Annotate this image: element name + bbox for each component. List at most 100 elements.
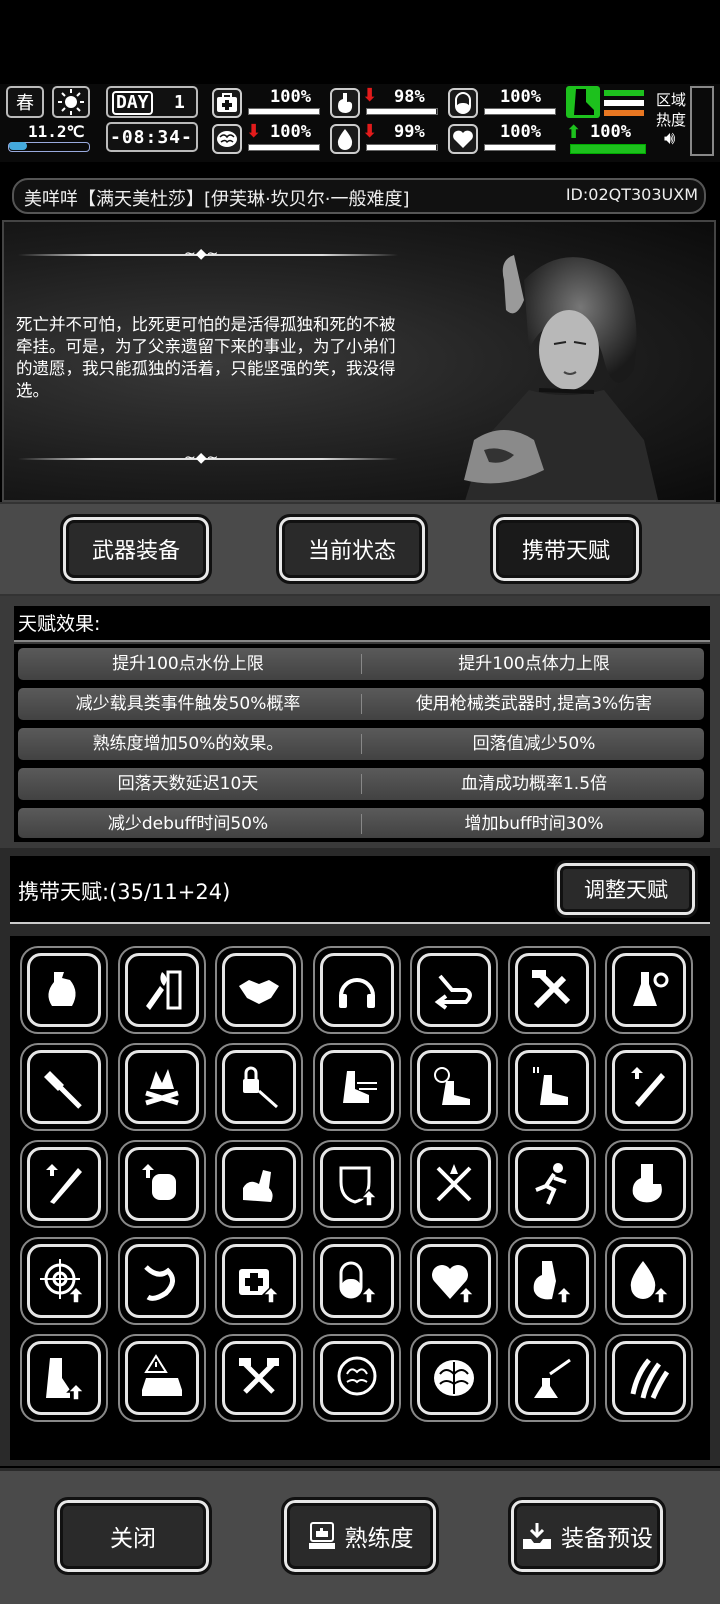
talent-slot[interactable] [117, 1334, 206, 1422]
headphones-icon [338, 978, 375, 1008]
medkit-up-icon [239, 1269, 281, 1304]
talent-slot[interactable] [507, 1334, 596, 1422]
effect-item: 减少debuff时间50% [107, 814, 269, 834]
carried-talents-header: 携带天赋:(35/11+24) 调整天赋 [0, 848, 720, 932]
close-button[interactable]: 关闭 [54, 1497, 212, 1575]
effect-item: 增加buff时间30% [464, 814, 604, 834]
talent-slot[interactable] [605, 1043, 693, 1131]
flag-icon [604, 90, 644, 116]
talent-slot[interactable] [410, 1334, 498, 1422]
return-arrow-icon [434, 974, 472, 1010]
talent-slot[interactable] [20, 1043, 108, 1131]
talent-grid [10, 936, 710, 1460]
effect-item: 提升100点水份上限 [112, 654, 264, 674]
talent-slot[interactable] [507, 1237, 596, 1325]
handshake-icon [239, 980, 279, 1004]
ornament-top-flourish: ~◆~ [184, 246, 219, 262]
clock-time: -08:34- [110, 127, 193, 148]
talent-slot[interactable] [117, 1237, 206, 1325]
mental-trend-down-icon: ⬇ [246, 121, 262, 142]
adjust-talents-button[interactable]: 调整天赋 [554, 860, 698, 918]
talent-slot[interactable] [605, 946, 693, 1034]
talent-slot[interactable] [507, 1043, 596, 1131]
talent-slot[interactable] [410, 1237, 498, 1325]
talent-slot[interactable] [215, 946, 303, 1034]
talent-slot[interactable] [20, 1237, 108, 1325]
brain-icon [434, 1360, 474, 1396]
temperature: 11.2℃ [28, 122, 85, 141]
talent-slot[interactable] [410, 1043, 498, 1131]
talent-slot[interactable] [215, 1237, 303, 1325]
effect-row: 减少debuff时间50% 增加buff时间30% [18, 808, 704, 838]
talent-slot[interactable] [20, 1140, 108, 1228]
talent-slot[interactable] [20, 946, 108, 1034]
speaker-icon[interactable]: 🔊︎ [664, 128, 675, 149]
talent-slot[interactable] [20, 1334, 108, 1422]
talent-slot[interactable] [215, 1140, 303, 1228]
talent-slot[interactable] [117, 1140, 206, 1228]
thirst-bar [366, 144, 438, 151]
effect-item: 提升100点体力上限 [458, 654, 610, 674]
day-number: 1 [174, 92, 185, 113]
legs-bar [570, 144, 646, 154]
talent-slot[interactable] [605, 1334, 693, 1422]
speed-clock-icon [434, 1067, 470, 1105]
talent-slot[interactable] [117, 1043, 206, 1131]
talent-slot[interactable] [215, 1334, 303, 1422]
talent-slot[interactable] [312, 1237, 401, 1325]
equipment-preset-button[interactable]: 装备预设 [508, 1497, 666, 1575]
fist-up-icon [141, 1164, 176, 1200]
mental-value: 100% [270, 122, 311, 142]
stamina-bar [484, 108, 556, 115]
effect-divider [361, 734, 362, 754]
talent-slot[interactable] [605, 1140, 693, 1228]
heat-meter [690, 86, 714, 156]
hammer-wrench-icon [531, 970, 570, 1009]
brain-head-icon [337, 1356, 376, 1396]
talent-slot[interactable] [312, 1140, 401, 1228]
hunger-value: 98% [394, 87, 425, 107]
mood-value: 100% [500, 122, 541, 142]
pill-up-icon [339, 1261, 379, 1304]
clock-panel: -08:34- [106, 122, 198, 152]
water-bag-icon [48, 972, 76, 1006]
talent-slot[interactable] [507, 946, 596, 1034]
talent-slot[interactable] [410, 1140, 498, 1228]
talent-slot[interactable] [117, 946, 206, 1034]
talent-effects-panel: 天赋效果: 提升100点水份上限 提升100点体力上限 减少载具类事件触发50%… [0, 596, 720, 848]
talent-effects-list: 提升100点水份上限 提升100点体力上限 减少载具类事件触发50%概率 使用枪… [14, 644, 710, 842]
leg-up-icon [46, 1358, 86, 1401]
hunger-bar [366, 108, 438, 115]
hunger-trend-down-icon: ⬇ [362, 85, 378, 106]
tab-current-status[interactable]: 当前状态 [276, 514, 428, 584]
effect-row: 提升100点水份上限 提升100点体力上限 [18, 648, 704, 680]
tab-weapons-equipment[interactable]: 武器装备 [60, 514, 212, 584]
talent-slot[interactable] [410, 946, 498, 1034]
talent-slot[interactable] [312, 946, 401, 1034]
bonfire-icon [144, 1069, 179, 1106]
season-label: 春 [16, 93, 34, 114]
character-quote: 死亡并不可怕，比死更可怕的是活得孤独和死的不被牵挂。可是，为了父亲遗留下来的事业… [16, 315, 396, 400]
ornament-bottom-flourish: ~◆~ [184, 450, 219, 466]
talent-slot[interactable] [605, 1237, 693, 1325]
player-id: ID:02QT303UXM [565, 185, 698, 204]
talent-grid-panel [0, 932, 720, 1466]
tab-row: 武器装备 当前状态 携带天赋 [0, 502, 720, 596]
tab-carried-talents[interactable]: 携带天赋 [490, 514, 642, 584]
speed-up-icon [532, 1067, 568, 1105]
proficiency-icon [308, 1522, 335, 1549]
heart-icon [448, 124, 478, 154]
effect-row: 回落天数延迟10天 血清成功概率1.5倍 [18, 768, 704, 800]
legs-trend-up-icon: ⬆ [566, 122, 582, 143]
talent-slot[interactable] [312, 1043, 401, 1131]
claw-marks-icon [630, 1358, 670, 1399]
muscle-arm-icon [243, 1170, 273, 1202]
effect-divider [361, 814, 362, 834]
talent-slot[interactable] [215, 1043, 303, 1131]
talent-slot[interactable] [312, 1334, 401, 1422]
proficiency-button[interactable]: 熟练度 [281, 1497, 439, 1575]
talent-slot[interactable] [507, 1140, 596, 1228]
water-up-icon [630, 1261, 671, 1304]
season-badge: 春 [6, 86, 44, 118]
stomach-boost-icon [632, 1164, 662, 1203]
